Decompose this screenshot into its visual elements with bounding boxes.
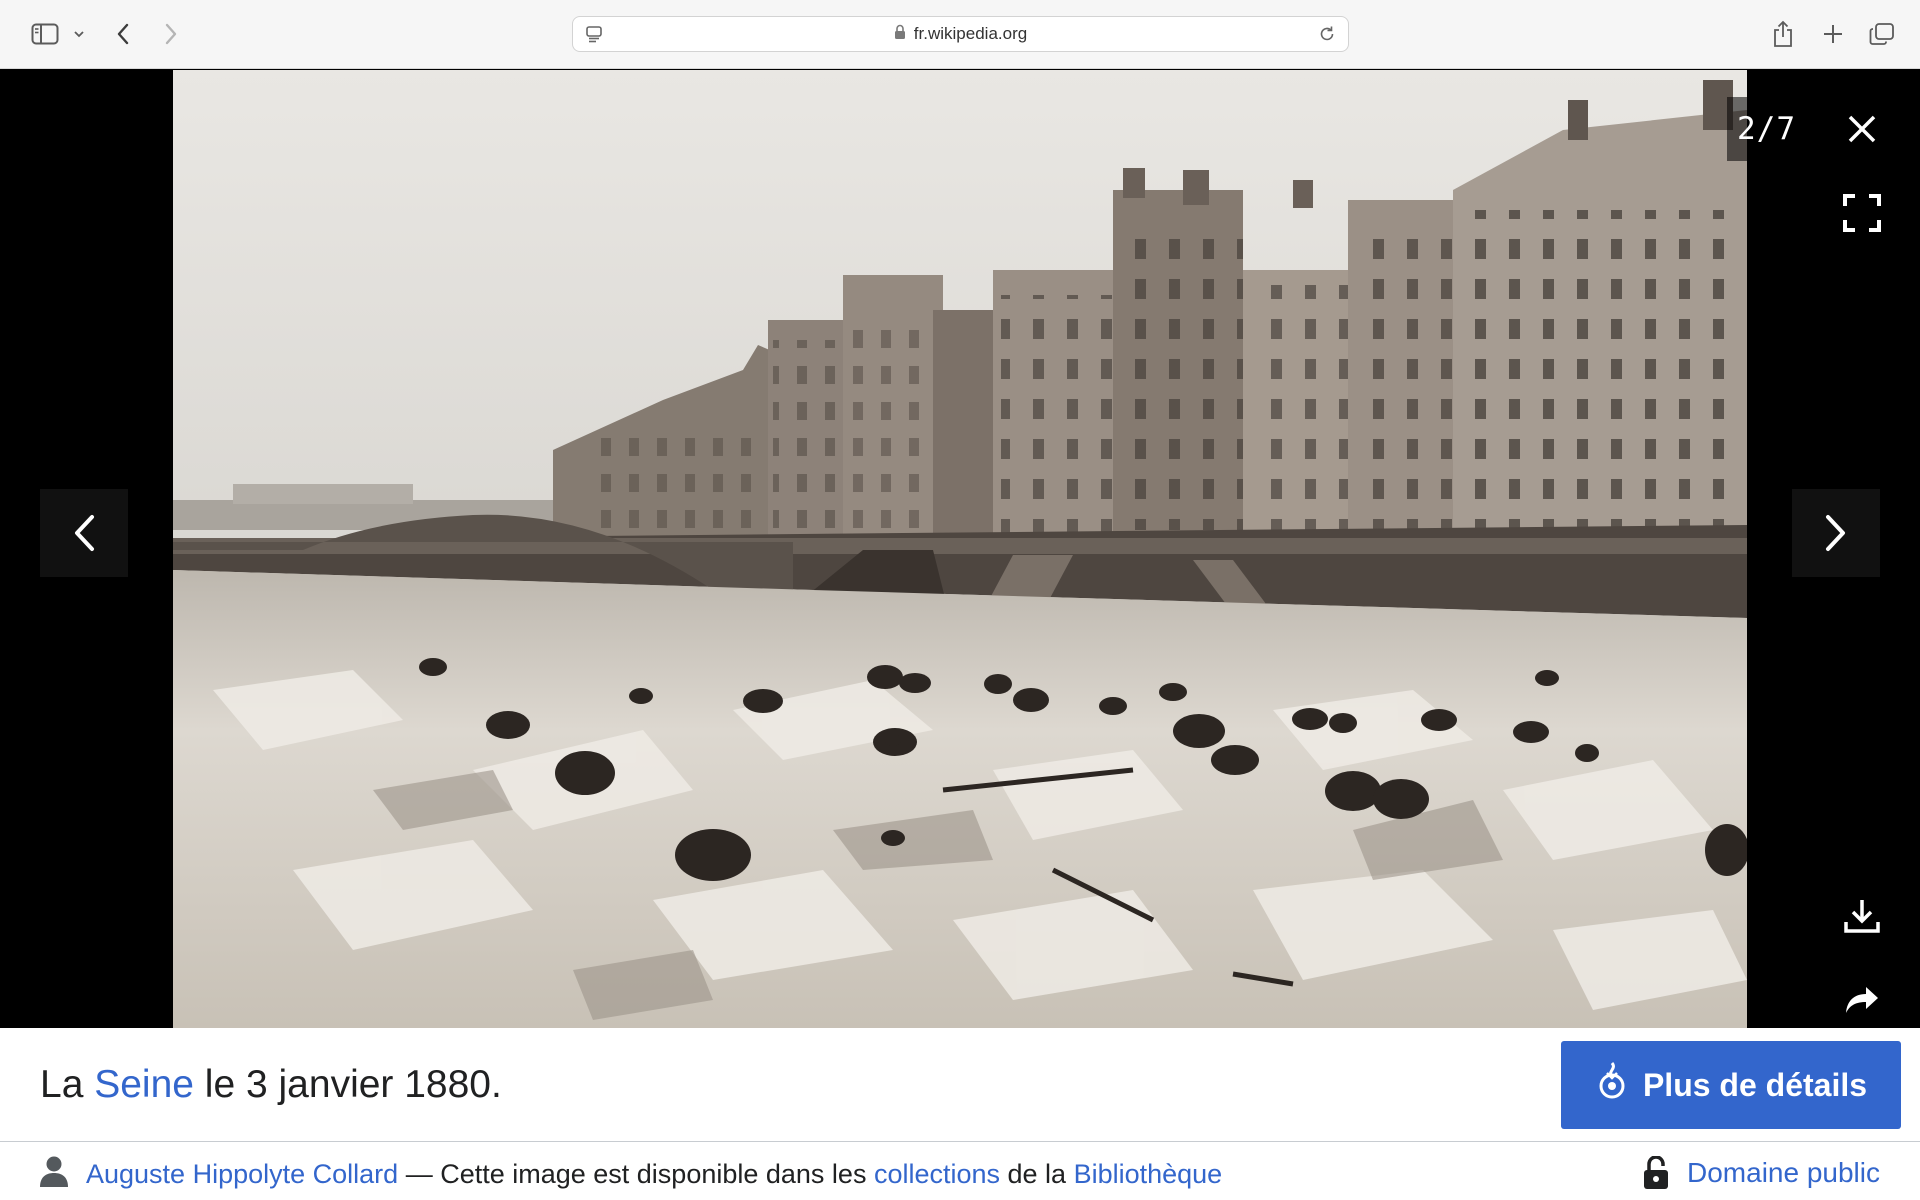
- commons-logo-icon: [1595, 1061, 1629, 1109]
- previous-image-chevron-left-icon[interactable]: [40, 489, 128, 577]
- url-text: fr.wikipedia.org: [913, 24, 1028, 43]
- author-link[interactable]: Auguste Hippolyte Collard: [86, 1159, 398, 1190]
- credits-text-1: — Cette image est disponible dans les: [398, 1158, 874, 1189]
- back-arrow-icon[interactable]: [108, 14, 138, 54]
- collections-link[interactable]: collections: [874, 1159, 1000, 1190]
- license-link[interactable]: Domaine public: [1643, 1156, 1880, 1190]
- seine-ice-photograph: [173, 70, 1747, 1028]
- tab-overview-icon[interactable]: [1866, 14, 1898, 54]
- seine-link[interactable]: Seine: [94, 1063, 194, 1106]
- caption-panel: La Seine le 3 janvier 1880. Plus de déta…: [0, 1028, 1920, 1200]
- credits-line: Auguste Hippolyte Collard — Cette image …: [40, 1154, 1222, 1194]
- tab-group-chevron-down-icon[interactable]: [70, 14, 88, 54]
- user-icon: [40, 1155, 68, 1194]
- reload-icon[interactable]: [1318, 25, 1336, 48]
- next-image-chevron-right-icon[interactable]: [1792, 489, 1880, 577]
- share-arrow-icon[interactable]: [1830, 968, 1894, 1032]
- close-icon[interactable]: [1830, 97, 1894, 161]
- browser-toolbar: fr.wikipedia.org: [0, 0, 1920, 69]
- license-label: Domaine public: [1687, 1157, 1880, 1188]
- forward-arrow-icon[interactable]: [156, 14, 186, 54]
- unlock-icon: [1643, 1156, 1669, 1190]
- caption-text-suffix: le 3 janvier 1880.: [193, 1063, 502, 1106]
- download-icon[interactable]: [1830, 884, 1894, 948]
- fullscreen-icon[interactable]: [1830, 181, 1894, 245]
- more-details-label: Plus de détails: [1642, 1066, 1868, 1103]
- address-bar[interactable]: fr.wikipedia.org: [572, 16, 1349, 52]
- lock-icon: [894, 24, 906, 45]
- credits-text-2: de la: [1000, 1158, 1074, 1189]
- library-link[interactable]: Bibliothèque: [1074, 1159, 1223, 1190]
- caption-text-prefix: La: [40, 1063, 95, 1106]
- new-tab-plus-icon[interactable]: [1818, 14, 1848, 54]
- divider: [0, 1141, 1920, 1142]
- media-viewer: 2/7: [0, 70, 1920, 1032]
- sidebar-toggle-icon[interactable]: [24, 14, 66, 54]
- image-counter: 2/7: [1727, 97, 1806, 161]
- image-caption: La Seine le 3 janvier 1880.: [40, 1063, 502, 1107]
- more-details-button[interactable]: Plus de détails: [1561, 1041, 1901, 1129]
- share-icon[interactable]: [1768, 14, 1798, 54]
